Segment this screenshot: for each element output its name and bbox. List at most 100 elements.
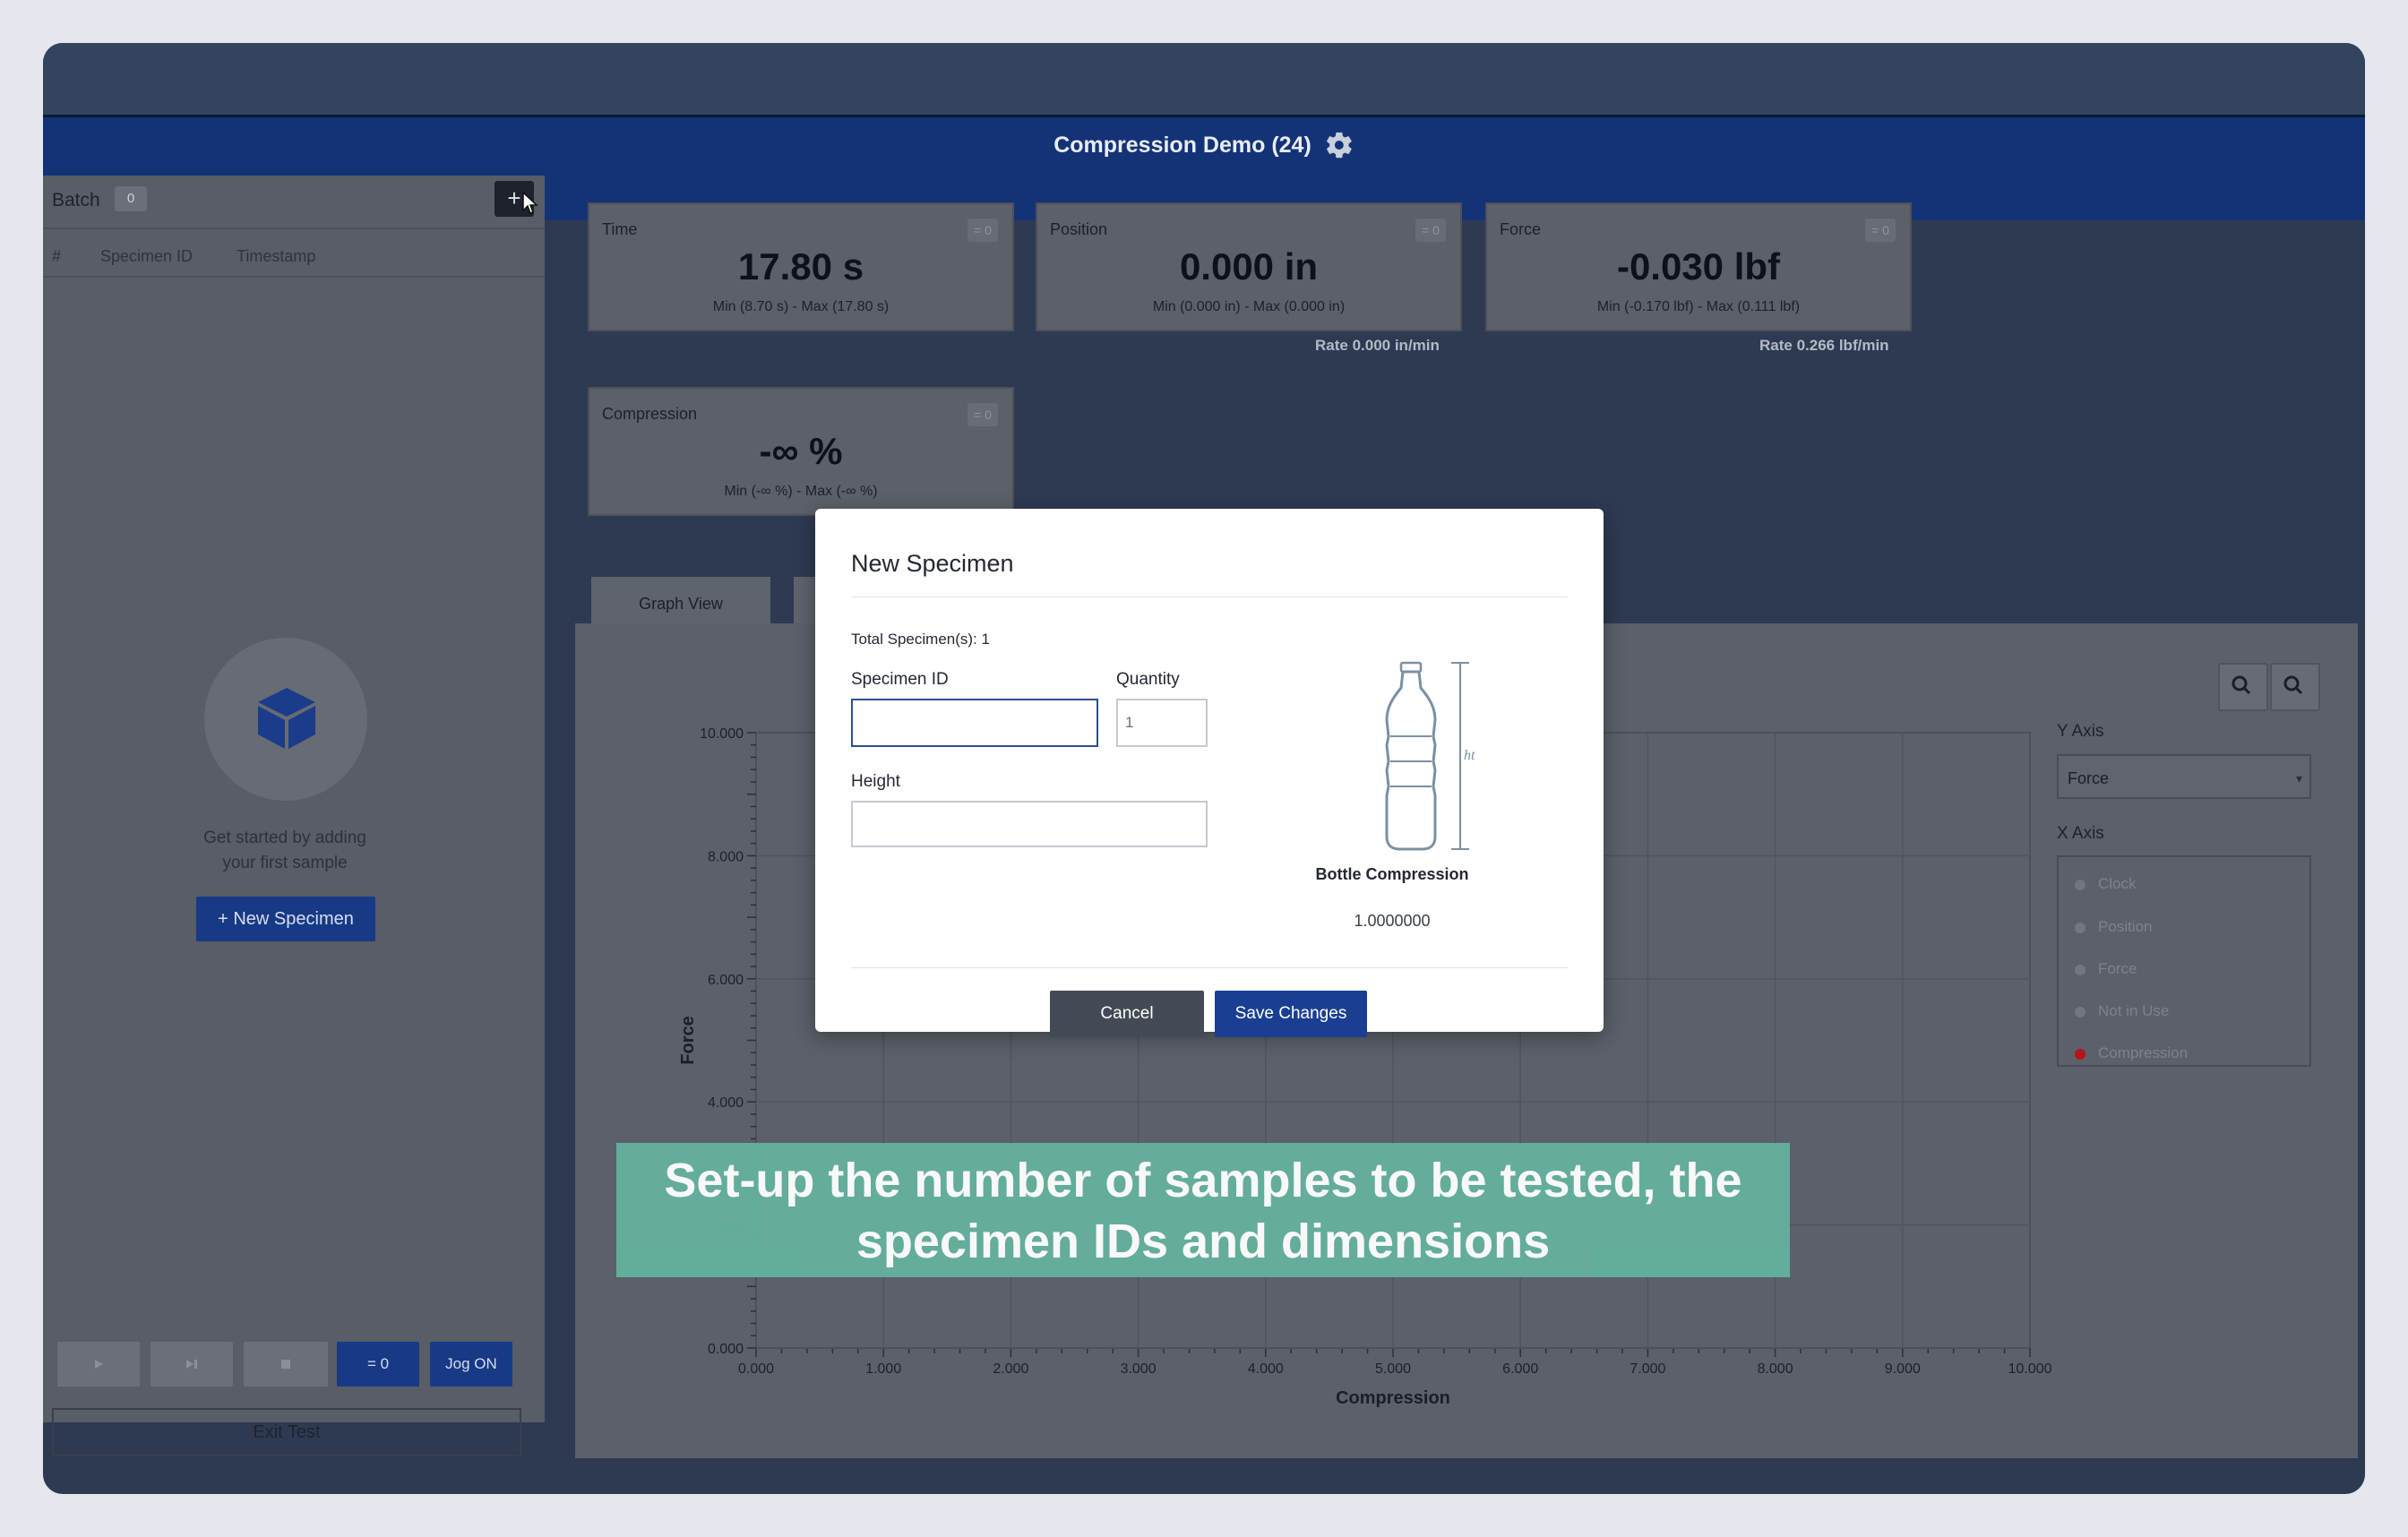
x-axis-options: Clock Position Force Not in Use Compress… [2057, 855, 2311, 1067]
readout-minmax: Min (8.70 s) - Max (17.80 s) [712, 299, 890, 314]
readout-minmax: Min (-0.170 lbf) - Max (0.111 lbf) [1596, 299, 1801, 314]
position-readout: Position = 0 0.000 in Min (0.000 in) - M… [1036, 202, 1462, 331]
quantity-input[interactable] [1116, 699, 1208, 747]
jog-button[interactable]: Jog ON [430, 1342, 512, 1387]
x-option-compression[interactable]: Compression [2075, 1043, 2188, 1064]
y-axis-label: Y Axis [2057, 722, 2104, 741]
readout-title: Compression [602, 405, 698, 423]
x-option-position[interactable]: Position [2075, 916, 2152, 938]
zoom-in-button[interactable] [2218, 663, 2268, 711]
radio-selected-icon [2075, 1048, 2086, 1060]
caption-line2: specimen IDs and dimensions [856, 1215, 1551, 1268]
x-tick-label: 2.000 [993, 1361, 1028, 1377]
specimen-id-label: Specimen ID [851, 670, 949, 689]
zoom-out-icon [2283, 675, 2303, 695]
zero-position-button[interactable]: = 0 [1415, 219, 1446, 242]
compression-readout: Compression = 0 -∞ % Min (-∞ %) - Max (-… [588, 387, 1014, 516]
play-icon [95, 1360, 103, 1369]
x-option-label: Compression [2098, 1044, 2189, 1061]
save-changes-button[interactable]: Save Changes [1215, 991, 1367, 1037]
zoom-out-button[interactable] [2270, 663, 2320, 711]
readout-title: Time [602, 220, 638, 238]
specimen-id-input[interactable] [851, 699, 1098, 747]
x-option-label: Not in Use [2098, 1002, 2170, 1019]
column-specimen-id: Specimen ID [100, 247, 194, 265]
gear-icon[interactable] [1324, 130, 1354, 160]
stop-icon [281, 1360, 290, 1369]
x-tick-label: 3.000 [1121, 1361, 1157, 1377]
step-button[interactable] [150, 1342, 233, 1387]
video-caption: Set-up the number of samples to be teste… [616, 1143, 1790, 1277]
x-axis-label: X Axis [2057, 824, 2104, 843]
x-option-label: Force [2098, 960, 2137, 977]
bottle-compression-label: Bottle Compression [1315, 865, 1469, 883]
zoom-in-icon [2232, 675, 2251, 695]
force-rate: Rate 0.266 lbf/min [1759, 337, 1889, 354]
bottle-icon: ht [1385, 661, 1475, 851]
y-axis-selected-value: Force [2068, 769, 2110, 787]
x-option-clock[interactable]: Clock [2075, 873, 2137, 895]
y-axis-title: Force [678, 1016, 698, 1064]
x-tick-label: 5.000 [1375, 1361, 1411, 1377]
app-frame: Compression Demo (24) Batch 0 + # Specim… [43, 43, 2365, 1494]
zero-time-button[interactable]: = 0 [968, 219, 998, 242]
new-specimen-dialog: New Specimen Total Specimen(s): 1 Specim… [815, 509, 1604, 1037]
step-icon [186, 1360, 197, 1369]
batch-sidebar: Batch 0 + # Specimen ID Timestamp Get st… [43, 176, 545, 1456]
cancel-button[interactable]: Cancel [1050, 991, 1204, 1037]
play-button[interactable] [57, 1342, 140, 1387]
x-axis-title: Compression [1336, 1388, 1450, 1408]
readout-value: 0.000 in [1179, 245, 1319, 288]
bottle-compression-value: 1.0000000 [1354, 912, 1431, 930]
top-band [43, 43, 2365, 115]
y-tick-label: 8.000 [708, 849, 744, 864]
exit-test-button[interactable]: Exit Test [52, 1408, 521, 1456]
total-specimens: Total Specimen(s): 1 [851, 631, 990, 648]
readout-minmax: Min (0.000 in) - Max (0.000 in) [1152, 299, 1346, 314]
x-tick-label: 8.000 [1758, 1361, 1793, 1377]
y-tick-label: 0.000 [708, 1342, 744, 1357]
x-option-label: Clock [2098, 875, 2137, 892]
empty-state-line2: your first sample [222, 854, 348, 872]
zero-all-button[interactable]: = 0 [337, 1342, 419, 1387]
batch-label: Batch [52, 190, 100, 210]
quantity-label: Quantity [1116, 670, 1180, 689]
batch-count-badge: 0 [115, 186, 147, 211]
empty-state-line1: Get started by adding [203, 829, 366, 847]
x-tick-label: 0.000 [738, 1361, 774, 1377]
time-readout: Time = 0 17.80 s Min (8.70 s) - Max (17.… [588, 202, 1014, 331]
x-tick-label: 10.000 [2008, 1361, 2052, 1377]
x-option-not-in-use[interactable]: Not in Use [2075, 1000, 2169, 1022]
height-input[interactable] [851, 801, 1208, 847]
radio-icon [2075, 1006, 2086, 1018]
x-tick-label: 9.000 [1885, 1361, 1921, 1377]
readout-title: Position [1050, 220, 1108, 238]
cube-icon [258, 688, 315, 749]
x-tick-label: 4.000 [1248, 1361, 1284, 1377]
y-tick-label: 6.000 [708, 973, 744, 988]
readout-title: Force [1500, 220, 1542, 238]
zero-force-button[interactable]: = 0 [1865, 219, 1896, 242]
empty-state-text: Get started by adding your first sample [168, 826, 401, 876]
stop-button[interactable] [244, 1342, 328, 1387]
position-rate: Rate 0.000 in/min [1315, 337, 1440, 354]
column-number: # [52, 247, 62, 265]
readout-value: -∞ % [759, 430, 843, 472]
radio-icon [2075, 964, 2086, 975]
empty-state-illustration [204, 638, 367, 801]
x-option-force[interactable]: Force [2075, 958, 2137, 980]
caption-line1: Set-up the number of samples to be teste… [664, 1154, 1742, 1207]
tab-graph-view[interactable]: Graph View [591, 577, 770, 623]
readout-value: 17.80 s [737, 245, 864, 288]
x-tick-label: 6.000 [1502, 1361, 1538, 1377]
new-specimen-button[interactable]: + New Specimen [196, 897, 375, 941]
mouse-cursor-icon [522, 192, 538, 214]
column-timestamp: Timestamp [236, 247, 316, 265]
y-axis-select[interactable]: Force ▾ [2057, 754, 2311, 799]
chevron-down-icon: ▾ [2295, 771, 2302, 786]
x-tick-label: 7.000 [1630, 1361, 1665, 1377]
readout-minmax: Min (-∞ %) - Max (-∞ %) [724, 484, 878, 499]
x-option-label: Position [2098, 918, 2153, 935]
height-dimension-label: ht [1464, 748, 1475, 763]
zero-compression-button[interactable]: = 0 [968, 403, 998, 426]
